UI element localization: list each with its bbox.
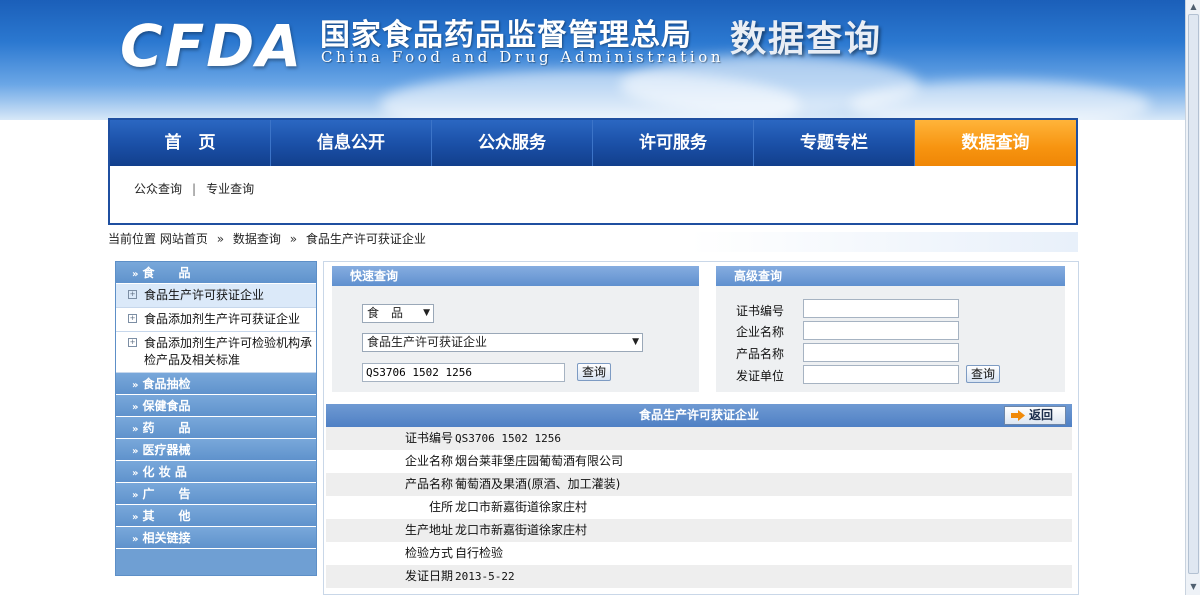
table-row: 企业名称 烟台莱菲堡庄园葡萄酒有限公司 [326,450,1072,473]
label-issuer: 发证单位 [736,369,785,383]
sidebar-sub-additive-license[interactable]: + 食品添加剂生产许可获证企业 [116,308,316,332]
double-chevron-icon: » [132,380,139,391]
result-table: 食品生产许可获证企业 返回 证书编号 QS3706 1502 1256 企业名称烟… [326,404,1072,588]
nav-item-public-service[interactable]: 公众服务 [432,120,593,166]
company-name-input[interactable] [803,321,959,340]
double-chevron-icon: » [132,490,139,501]
advanced-query-panel: 高级查询 证书编号 企业名称 产品名称 发证单位 查询 [716,266,1065,392]
expand-box-icon: + [128,314,137,323]
scroll-down-icon[interactable]: ▼ [1188,581,1199,592]
main-nav: 首 页 信息公开 公众服务 许可服务 专题专栏 数据查询 [110,120,1076,166]
label-cert-no: 证书编号 [736,304,785,318]
sidebar-cat-health-food[interactable]: » 保健食品 [116,395,316,417]
breadcrumb-prefix: 当前位置 [108,232,157,246]
vertical-scrollbar[interactable]: ▲ ▼ [1185,0,1200,595]
breadcrumb: 当前位置 网站首页 » 数据查询 » 食品生产许可获证企业 [108,232,1078,252]
type-select[interactable]: 食品生产许可获证企业 ▼ [362,333,643,352]
main-panel: 快速查询 食 品▼ 食品生产许可获证企业▼ 查询 高级查询 证书编号 企业名称 … [323,261,1079,595]
sidebar-sub-additive-test[interactable]: + 食品添加剂生产许可检验机构承检产品及相关标准 [116,332,316,373]
cloud-decoration [850,80,1150,120]
site-title-en: China Food and Drug Administration [321,48,725,66]
nav-item-home[interactable]: 首 页 [110,120,271,166]
nav-item-data-query[interactable]: 数据查询 [915,120,1076,166]
chevron-down-icon: ▼ [632,337,639,347]
issuer-input[interactable] [803,365,959,384]
back-button[interactable]: 返回 [1004,406,1066,425]
arrow-right-icon [1011,410,1025,421]
double-chevron-icon: » [132,512,139,523]
result-title: 食品生产许可获证企业 [638,408,759,422]
quick-query-input[interactable] [362,363,565,382]
sidebar-cat-ads[interactable]: » 广 告 [116,483,316,505]
expand-box-icon: + [128,338,137,347]
chevron-down-icon: ▼ [423,308,430,318]
sidebar: » 食 品 + 食品生产许可获证企业 + 食品添加剂生产许可获证企业 + 食品添加剂生产… [115,261,317,576]
subnav-separator: | [192,182,197,196]
main-nav-frame: 首 页 信息公开 公众服务 许可服务 专题专栏 数据查询 公众查询 | 专业查询 [108,118,1078,225]
nav-item-info[interactable]: 信息公开 [271,120,432,166]
breadcrumb-arrow-icon: » [289,232,298,246]
double-chevron-icon: » [132,534,139,545]
scroll-up-icon[interactable]: ▲ [1188,1,1199,12]
sidebar-cat-links[interactable]: » 相关链接 [116,527,316,549]
product-name-input[interactable] [803,343,959,362]
scroll-thumb[interactable] [1188,14,1199,574]
breadcrumb-data-query[interactable]: 数据查询 [233,232,281,246]
result-header: 食品生产许可获证企业 返回 [326,404,1072,427]
double-chevron-icon: » [132,468,139,479]
table-row: 住所 龙口市新嘉街道徐家庄村 [326,496,1072,519]
double-chevron-icon: » [132,402,139,413]
table-row: 检验方式 自行检验 [326,542,1072,565]
quick-query-title: 快速查询 [332,266,699,286]
nav-item-license-service[interactable]: 许可服务 [593,120,754,166]
subnav-pro-query[interactable]: 专业查询 [206,182,254,196]
table-row: 证书编号 QS3706 1502 1256 [326,427,1072,450]
table-row: 生产地址 龙口市新嘉街道徐家庄村 [326,519,1072,542]
expand-box-icon: + [128,290,137,299]
sidebar-cat-drugs[interactable]: » 药 品 [116,417,316,439]
double-chevron-icon: » [132,269,139,280]
quick-query-panel: 快速查询 食 品▼ 食品生产许可获证企业▼ 查询 [332,266,699,392]
label-product-name: 产品名称 [736,347,785,361]
breadcrumb-current: 食品生产许可获证企业 [305,232,426,246]
advanced-query-button[interactable]: 查询 [966,365,1000,383]
table-row: 发证日期 2013-5-22 [326,565,1072,588]
label-company-name: 企业名称 [736,325,785,339]
breadcrumb-arrow-icon: » [216,232,225,246]
sidebar-cat-other[interactable]: » 其 他 [116,505,316,527]
double-chevron-icon: » [132,424,139,435]
sidebar-cat-cosmetics[interactable]: » 化 妆 品 [116,461,316,483]
breadcrumb-home[interactable]: 网站首页 [160,232,208,246]
sidebar-cat-devices[interactable]: » 医疗器械 [116,439,316,461]
sidebar-cat-food-sampling[interactable]: » 食品抽检 [116,373,316,395]
sidebar-cat-food[interactable]: » 食 品 [116,262,316,284]
table-row: 产品名称 葡萄酒及果酒(原酒、加工灌装) [326,473,1072,496]
nav-item-topics[interactable]: 专题专栏 [754,120,915,166]
double-chevron-icon: » [132,446,139,457]
header-banner: CFDA 国家食品药品监督管理总局 China Food and Drug Ad… [0,0,1185,120]
section-title: 数据查询 [730,19,883,60]
cfda-logo: CFDA [120,12,304,80]
sub-nav: 公众查询 | 专业查询 [134,180,254,197]
quick-query-button[interactable]: 查询 [577,363,611,381]
sidebar-sub-food-license[interactable]: + 食品生产许可获证企业 [116,284,316,308]
advanced-query-title: 高级查询 [716,266,1065,286]
result-rows: 证书编号 QS3706 1502 1256 企业名称 烟台莱菲堡庄园葡萄酒有限公司 … [326,427,1072,588]
category-select[interactable]: 食 品 ▼ [362,304,434,323]
subnav-public-query[interactable]: 公众查询 [134,182,182,196]
cert-no-input[interactable] [803,299,959,318]
